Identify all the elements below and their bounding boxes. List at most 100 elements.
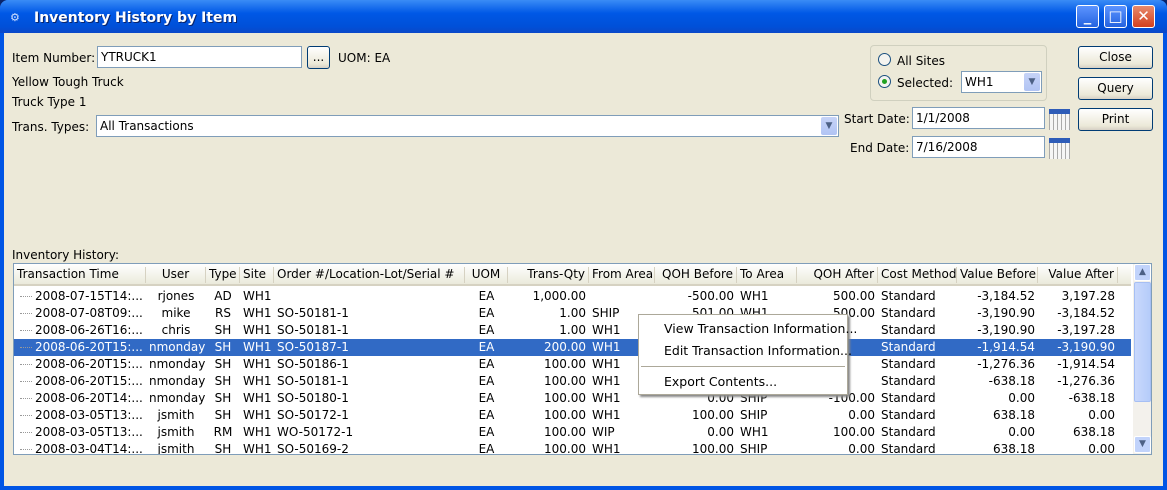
table-row[interactable]: 2008-03-04T14:... jsmith SH WH1 SO-50169-2 EA… [14, 441, 1131, 455]
table-cell: WIP [592, 425, 615, 439]
table-cell: Standard [881, 357, 936, 371]
table-row[interactable]: 2008-03-05T13:... jsmith RM WH1 WO-50172-1 EA… [14, 424, 1131, 441]
table-cell: WH1 [592, 408, 621, 422]
scroll-down-icon[interactable]: ▼ [1134, 436, 1151, 453]
table-cell: -3,190.90 [977, 306, 1035, 320]
table-cell: 2008-03-04T14:... [35, 442, 143, 455]
table-cell: WH1 [243, 374, 272, 388]
query-button[interactable]: Query [1078, 77, 1153, 100]
table-cell: Standard [881, 442, 936, 455]
end-date-label: End Date: [850, 141, 910, 155]
table-cell: EA [478, 391, 495, 405]
inventory-history-table[interactable]: Transaction Time User Type Site Order #/Loca… [13, 263, 1152, 455]
table-cell: -3,190.90 [1057, 340, 1115, 354]
table-cell: 100.00 [544, 425, 586, 439]
column-header[interactable]: Order #/Location-Lot/Serial # [274, 267, 465, 283]
table-cell: SH [214, 340, 232, 354]
table-cell: 0.00 [1088, 442, 1115, 455]
table-cell: EA [478, 408, 495, 422]
trans-types-select[interactable]: All Transactions ▼ [96, 115, 839, 137]
menu-item-export-contents[interactable]: Export Contents... [664, 374, 777, 389]
table-row[interactable]: 2008-07-08T09:... mike RS WH1 SO-50181-1 EA 1.… [14, 305, 1131, 322]
table-cell: -638.18 [1068, 391, 1115, 405]
column-header[interactable]: Value Before [957, 267, 1038, 283]
table-cell: WH1 [243, 442, 272, 455]
column-header[interactable]: Value After [1038, 267, 1118, 283]
table-row[interactable]: 2008-06-26T16:... chris SH WH1 SO-50181-1 EA 1… [14, 322, 1131, 339]
table-cell: 0.00 [1008, 391, 1035, 405]
table-cell: EA [478, 442, 495, 455]
table-cell: WH1 [243, 289, 272, 303]
table-row[interactable]: 2008-06-20T15:... nmonday SH WH1 SO-50181-1 E… [14, 373, 1131, 390]
site-group: All Sites Selected: WH1 ▼ [870, 45, 1047, 101]
table-cell: SO-50181-1 [277, 323, 349, 337]
table-cell: RS [215, 306, 231, 320]
tree-line [20, 296, 32, 297]
table-cell: WH1 [740, 425, 769, 439]
table-cell: SH [214, 374, 232, 388]
column-header[interactable]: QOH After [797, 267, 878, 283]
trans-types-value: All Transactions [100, 119, 194, 133]
all-sites-radio[interactable] [878, 53, 891, 66]
column-header[interactable]: Transaction Time [14, 267, 146, 283]
column-header[interactable]: Type [206, 267, 240, 283]
menu-item-edit-transaction[interactable]: Edit Transaction Information... [664, 343, 852, 358]
app-icon: ⚙ [10, 11, 20, 24]
table-cell: SO-50186-1 [277, 357, 349, 371]
scroll-up-icon[interactable]: ▲ [1134, 264, 1151, 281]
calendar-icon[interactable] [1049, 138, 1070, 159]
print-button[interactable]: Print [1078, 108, 1153, 131]
table-cell: WH1 [243, 306, 272, 320]
close-window-button[interactable]: ✕ [1132, 5, 1155, 28]
table-cell: nmonday [149, 391, 206, 405]
table-cell: WH1 [243, 323, 272, 337]
table-cell: SO-50172-1 [277, 408, 349, 422]
column-header[interactable]: To Area [737, 267, 797, 283]
table-row[interactable]: 2008-03-05T13:... jsmith SH WH1 SO-50172-1 EA… [14, 407, 1131, 424]
start-date-input[interactable]: 1/1/2008 [912, 107, 1045, 129]
scroll-thumb[interactable] [1134, 282, 1151, 402]
end-date-input[interactable]: 7/16/2008 [912, 136, 1045, 158]
table-cell: 100.00 [544, 374, 586, 388]
column-header[interactable]: QOH Before [655, 267, 737, 283]
column-header[interactable]: Trans-Qty [508, 267, 589, 283]
table-cell: 0.00 [707, 425, 734, 439]
tree-line [20, 330, 32, 331]
selected-site-radio[interactable] [878, 75, 891, 88]
table-cell: AD [214, 289, 232, 303]
column-header[interactable]: User [146, 267, 206, 283]
table-cell: 2008-07-08T09:... [35, 306, 143, 320]
table-cell: WH1 [592, 442, 621, 455]
column-header[interactable]: From Area [589, 267, 655, 283]
table-cell: 0.00 [1088, 408, 1115, 422]
table-row[interactable]: 2008-07-15T14:... rjones AD WH1 EA 1,000.00 -5… [14, 288, 1131, 305]
table-cell: Standard [881, 374, 936, 388]
calendar-icon[interactable] [1049, 109, 1070, 130]
column-header[interactable]: Site [240, 267, 274, 283]
table-cell: 100.00 [692, 408, 734, 422]
minimize-button[interactable]: _ [1076, 5, 1099, 28]
site-select[interactable]: WH1 ▼ [961, 71, 1042, 93]
column-header[interactable]: Cost Method [878, 267, 957, 283]
table-row[interactable]: 2008-06-20T14:... nmonday SH WH1 SO-50180-1 E… [14, 390, 1131, 407]
column-header[interactable]: UOM [465, 267, 508, 283]
table-cell: 1.00 [559, 323, 586, 337]
table-cell: EA [478, 425, 495, 439]
menu-item-view-transaction[interactable]: View Transaction Information... [664, 321, 857, 336]
table-cell: 0.00 [848, 408, 875, 422]
close-button[interactable]: Close [1078, 46, 1153, 69]
item-lookup-button[interactable]: ... [307, 46, 330, 69]
maximize-button[interactable]: □ [1104, 5, 1127, 28]
trans-types-label: Trans. Types: [12, 120, 90, 134]
table-cell: 638.18 [1073, 425, 1115, 439]
table-cell: Standard [881, 323, 936, 337]
context-menu: View Transaction Information... Edit Tra… [638, 314, 857, 395]
tree-line [20, 364, 32, 365]
item-number-input[interactable]: YTRUCK1 [97, 46, 302, 68]
table-cell: 100.00 [833, 425, 875, 439]
table-row[interactable]: 2008-06-20T15:... nmonday SH WH1 SO-50187-1 E… [14, 339, 1131, 356]
table-cell: SO-50187-1 [277, 340, 349, 354]
vertical-scrollbar[interactable]: ▲ ▼ [1133, 264, 1151, 454]
table-row[interactable]: 2008-06-20T15:... nmonday SH WH1 SO-50186-1 E… [14, 356, 1131, 373]
table-cell: 100.00 [544, 391, 586, 405]
